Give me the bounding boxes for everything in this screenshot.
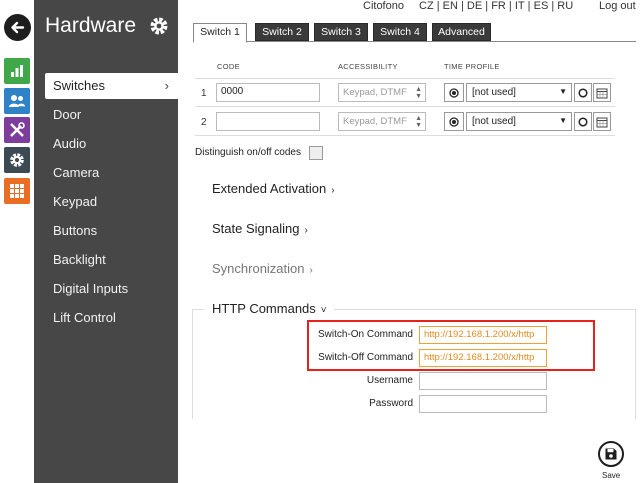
chart-icon[interactable] [4,58,30,84]
time-profile-radio[interactable] [444,112,464,131]
back-arrow-icon[interactable] [4,14,31,41]
tools-icon[interactable] [4,117,30,143]
users-icon[interactable] [4,88,30,114]
sidebar-title: Hardware [45,14,137,37]
section-state-signaling[interactable]: State Signaling › [212,221,308,236]
password-label: Password [369,398,413,409]
circle-toggle[interactable] [574,112,592,131]
row-number: 2 [201,117,207,128]
gear-icon[interactable] [4,147,30,173]
accessibility-select[interactable]: Keypad, DTMF ▲ ▼ [338,83,426,102]
tab-switch-1[interactable]: Switch 1 [193,23,247,43]
tab-switch-3[interactable]: Switch 3 [314,23,368,41]
accessibility-select[interactable]: Keypad, DTMF ▲ ▼ [338,112,426,131]
header-code: CODE [217,62,240,71]
gear-icon [148,15,170,37]
logout-link[interactable]: Log out [599,0,636,12]
tab-advanced[interactable]: Advanced [432,23,491,41]
lang-fr[interactable]: FR [491,0,506,12]
lang-en[interactable]: EN [443,0,458,12]
section-synchronization[interactable]: Synchronization › [212,261,313,276]
time-profile-radio[interactable] [444,83,464,102]
panel-border [192,309,204,310]
lang-de[interactable]: DE [467,0,482,12]
code-input[interactable]: 0000 [216,83,320,102]
sidebar-item-audio[interactable]: Audio [53,131,171,157]
tab-switch-4[interactable]: Switch 4 [373,23,427,41]
chevron-right-icon: › [164,78,169,93]
sidebar-item-switches[interactable]: Switches › [45,73,179,99]
sidebar-item-camera[interactable]: Camera [53,160,171,186]
tab-divider [193,41,636,42]
app-rail [0,0,34,483]
tab-switch-2[interactable]: Switch 2 [255,23,309,41]
highlight-box [307,320,595,371]
time-profile-value: [not used] [472,116,516,127]
lang-ru[interactable]: RU [557,0,573,12]
time-profile-value: [not used] [472,87,516,98]
app-root: Hardware Switches › Door Audio Camera Ke… [0,0,642,483]
section-http-commands[interactable]: HTTP Commands ˅ [212,301,327,316]
code-input[interactable] [216,112,320,131]
username-label: Username [366,375,413,386]
accessibility-value: Keypad, DTMF [343,87,407,98]
calendar-icon[interactable] [593,112,611,131]
username-input[interactable] [419,372,547,390]
section-label: Synchronization [212,261,305,276]
section-label: State Signaling [212,221,300,236]
password-input[interactable] [419,395,547,413]
chevron-down-icon: ˅ [320,305,327,316]
updown-arrows-icon: ▲ ▼ [415,86,422,100]
dropdown-arrow-icon: ▼ [559,116,567,125]
dropdown-arrow-icon: ▼ [559,87,567,96]
section-label: Extended Activation [212,181,327,196]
row-number: 1 [201,88,207,99]
distinguish-checkbox[interactable] [309,146,323,160]
chevron-right-icon: › [304,225,308,236]
language-switcher: CZ | EN | DE | FR | IT | ES | RU [419,0,574,12]
lang-it[interactable]: IT [515,0,525,12]
chevron-right-icon: › [331,185,335,196]
sidebar: Hardware Switches › Door Audio Camera Ke… [34,0,179,483]
app-link[interactable]: Citofono [363,0,404,12]
sidebar-item-buttons[interactable]: Buttons [53,218,171,244]
calendar-icon[interactable] [593,83,611,102]
lang-cz[interactable]: CZ [419,0,434,12]
panel-border [334,309,636,310]
sidebar-item-digital-inputs[interactable]: Digital Inputs [53,276,171,302]
lang-es[interactable]: ES [534,0,549,12]
time-profile-select[interactable]: [not used] ▼ [466,83,572,102]
section-extended-activation[interactable]: Extended Activation › [212,181,335,196]
save-button[interactable] [598,441,624,467]
chevron-right-icon: › [309,265,313,276]
sidebar-item-keypad[interactable]: Keypad [53,189,171,215]
sidebar-item-label: Switches [53,78,106,93]
accessibility-value: Keypad, DTMF [343,116,407,127]
distinguish-label: Distinguish on/off codes [195,147,301,158]
sidebar-item-lift-control[interactable]: Lift Control [53,305,171,331]
header-time-profile: TIME PROFILE [444,62,500,71]
save-icon [605,448,617,460]
section-label: HTTP Commands [212,301,316,316]
save-label: Save [602,471,621,480]
header-accessibility: ACCESSIBILITY [338,62,398,71]
circle-toggle[interactable] [574,83,592,102]
grid-icon[interactable] [4,178,30,204]
sidebar-item-backlight[interactable]: Backlight [53,247,171,273]
time-profile-select[interactable]: [not used] ▼ [466,112,572,131]
sidebar-item-door[interactable]: Door [53,102,171,128]
updown-arrows-icon: ▲ ▼ [415,115,422,129]
